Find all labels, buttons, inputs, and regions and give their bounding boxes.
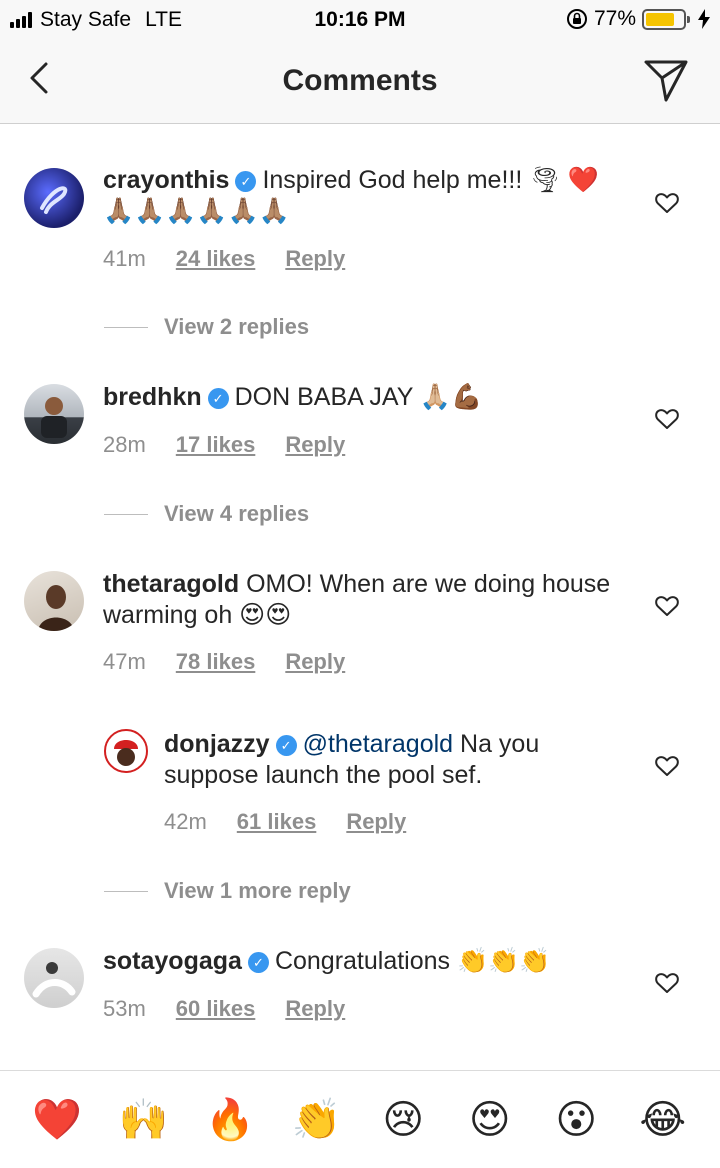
avatar[interactable] xyxy=(104,729,148,773)
mention-link[interactable]: @thetaragold xyxy=(303,730,453,758)
avatar[interactable] xyxy=(24,384,84,444)
quick-reaction-bar: ❤️ 🙌 🔥 👏 😢 😍 😮 😂 xyxy=(0,1070,720,1168)
page-title: Comments xyxy=(282,64,438,97)
header: Comments xyxy=(0,40,720,124)
reaction-crying-button[interactable]: 😢 xyxy=(373,1096,433,1144)
verified-badge-icon: ✓ xyxy=(235,171,257,192)
like-heart-icon[interactable] xyxy=(654,190,680,216)
comment-username[interactable]: sotayogaga xyxy=(103,947,242,975)
likes-link[interactable]: 61 likes xyxy=(237,809,317,835)
reply-button[interactable]: Reply xyxy=(285,432,345,458)
comment-text: Congratulations 👏👏👏 xyxy=(274,947,551,975)
comment-username[interactable]: bredhkn xyxy=(103,383,202,411)
verified-badge-icon: ✓ xyxy=(247,952,269,973)
reply-button[interactable]: Reply xyxy=(346,809,406,835)
likes-link[interactable]: 60 likes xyxy=(176,996,256,1022)
send-direct-icon[interactable] xyxy=(642,56,690,104)
verified-badge-icon: ✓ xyxy=(275,735,297,756)
status-bar: Stay Safe LTE 10:16 PM 77% xyxy=(0,0,720,40)
view-replies-label: View 4 replies xyxy=(164,501,310,526)
orientation-lock-icon xyxy=(566,9,587,29)
reaction-heart-eyes-button[interactable]: 😍 xyxy=(460,1096,520,1144)
like-heart-icon[interactable] xyxy=(654,406,680,432)
reaction-laughing-button[interactable]: 😂 xyxy=(633,1096,693,1144)
view-replies-label: View 1 more reply xyxy=(164,878,351,903)
reaction-fire-button[interactable]: 🔥 xyxy=(200,1096,260,1144)
like-heart-icon[interactable] xyxy=(654,753,680,779)
charging-bolt-icon xyxy=(698,9,710,29)
reply-button[interactable]: Reply xyxy=(285,996,345,1022)
likes-link[interactable]: 17 likes xyxy=(176,432,256,458)
avatar[interactable] xyxy=(24,168,84,228)
comment-username[interactable]: donjazzy xyxy=(164,730,270,758)
comment-time: 47m xyxy=(103,649,146,674)
reply-button[interactable]: Reply xyxy=(285,246,345,272)
view-replies-button[interactable]: View 4 replies xyxy=(104,501,309,527)
comment-time: 28m xyxy=(103,432,146,457)
comment-username[interactable]: thetaragold xyxy=(103,570,239,598)
comment-time: 41m xyxy=(103,246,146,271)
reaction-surprised-button[interactable]: 😮 xyxy=(546,1096,606,1144)
reaction-heart-button[interactable]: ❤️ xyxy=(27,1096,87,1144)
avatar[interactable] xyxy=(24,948,84,1008)
reaction-raised-hands-button[interactable]: 🙌 xyxy=(114,1096,174,1144)
like-heart-icon[interactable] xyxy=(654,593,680,619)
avatar[interactable] xyxy=(24,571,84,631)
verified-badge-icon: ✓ xyxy=(207,388,229,409)
likes-link[interactable]: 24 likes xyxy=(176,246,256,272)
comment-time: 53m xyxy=(103,996,146,1021)
like-heart-icon[interactable] xyxy=(654,970,680,996)
reaction-clap-button[interactable]: 👏 xyxy=(287,1096,347,1144)
comment-time: 42m xyxy=(164,809,207,834)
battery-icon xyxy=(642,8,690,30)
reply-button[interactable]: Reply xyxy=(285,649,345,675)
likes-link[interactable]: 78 likes xyxy=(176,649,256,675)
comment-text: DON BABA JAY 🙏🏼💪🏾 xyxy=(234,383,483,411)
comment-username[interactable]: crayonthis xyxy=(103,166,229,194)
view-replies-label: View 2 replies xyxy=(164,314,310,339)
view-replies-button[interactable]: View 2 replies xyxy=(104,314,309,340)
battery-percent: 77% xyxy=(593,7,636,30)
view-replies-button[interactable]: View 1 more reply xyxy=(104,878,351,904)
